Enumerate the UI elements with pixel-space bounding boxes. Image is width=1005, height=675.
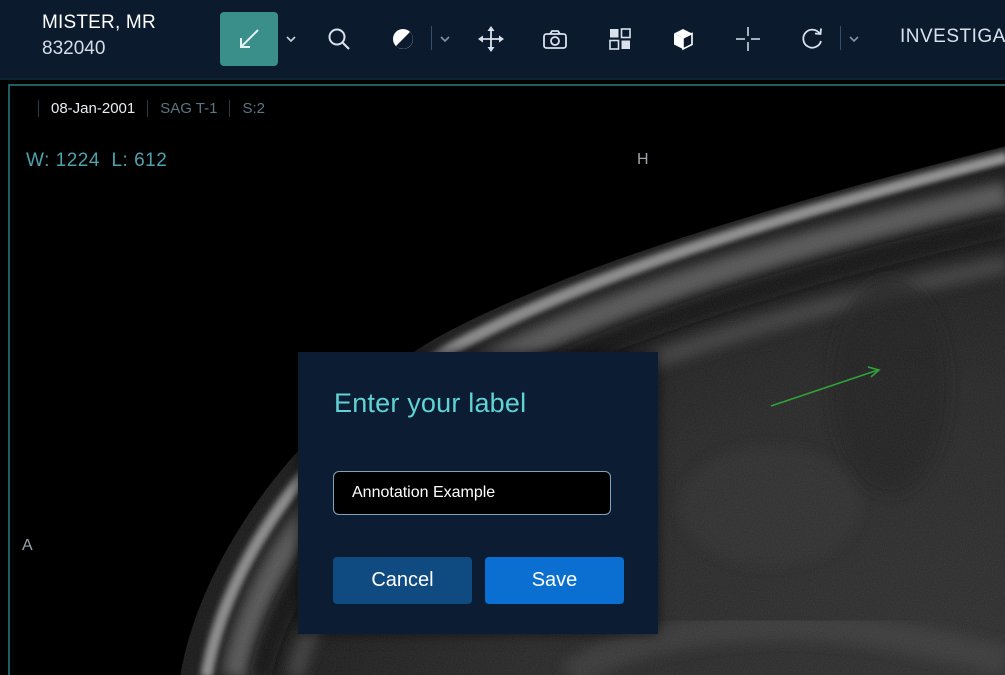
crosshair-icon xyxy=(736,27,760,51)
chevron-down-icon xyxy=(849,36,859,43)
contrast-icon xyxy=(393,29,413,49)
dialog-title: Enter your label xyxy=(334,388,527,418)
window-level-readout: W: 1224 L: 612 xyxy=(26,150,168,171)
patient-name: MISTER, MR xyxy=(42,12,156,33)
viewer-app: MISTER, MR 832040 INVESTIGA 08-Jan-2001 … xyxy=(0,0,1005,675)
window-level-dropdown[interactable] xyxy=(437,14,453,64)
study-info-bar: 08-Jan-2001 SAG T-1 S:2 xyxy=(38,100,277,117)
rotate-tool-dropdown[interactable] xyxy=(846,14,862,64)
cube-icon xyxy=(674,29,693,51)
orientation-marker-top: H xyxy=(637,151,649,168)
toolbar-divider xyxy=(840,26,841,50)
camera-icon xyxy=(543,30,567,49)
crosshair-tool-button[interactable] xyxy=(731,14,765,64)
3d-tool-button[interactable] xyxy=(666,14,700,64)
toolbar-divider xyxy=(431,26,432,50)
magnifier-icon xyxy=(328,28,350,50)
save-button[interactable]: Save xyxy=(485,557,624,604)
orientation-marker-left: A xyxy=(22,537,33,554)
grid-layout-icon xyxy=(609,28,631,50)
annotate-tool-dropdown[interactable] xyxy=(283,14,299,64)
series-label: SAG T-1 xyxy=(147,100,229,117)
arrow-annotate-icon xyxy=(240,29,259,48)
move-icon xyxy=(478,26,504,52)
layout-tool-button[interactable] xyxy=(603,14,637,64)
arrow-annotate-tool-button[interactable] xyxy=(220,12,278,66)
chevron-down-icon xyxy=(440,36,450,43)
rotate-tool-button[interactable] xyxy=(795,14,829,64)
patient-id: 832040 xyxy=(42,38,106,59)
cancel-button[interactable]: Cancel xyxy=(333,557,472,604)
pan-tool-button[interactable] xyxy=(474,14,508,64)
slice-label: S:2 xyxy=(229,100,277,117)
label-dialog: Enter your label Cancel Save xyxy=(298,352,658,634)
toolbar: MISTER, MR 832040 INVESTIGA xyxy=(0,0,1005,80)
capture-tool-button[interactable] xyxy=(538,14,572,64)
investigate-menu[interactable]: INVESTIGA xyxy=(900,26,1005,48)
study-date: 08-Jan-2001 xyxy=(38,100,147,117)
chevron-down-icon xyxy=(286,36,296,43)
patient-info: MISTER, MR 832040 xyxy=(42,12,156,60)
window-level-tool-button[interactable] xyxy=(386,14,420,64)
rotate-icon xyxy=(802,28,822,49)
zoom-tool-button[interactable] xyxy=(322,14,356,64)
label-input[interactable] xyxy=(333,471,611,515)
